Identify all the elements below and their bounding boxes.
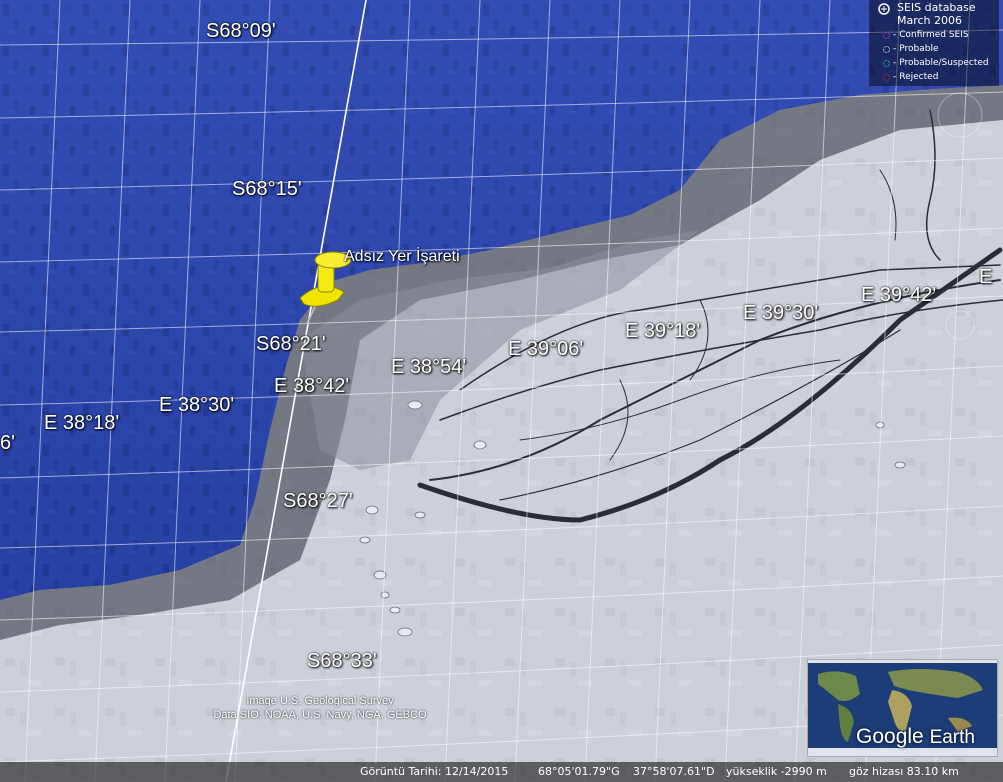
lon-label: E 39°42' xyxy=(861,284,937,306)
lat-label: S68°21' xyxy=(256,333,326,355)
lat-label: S68°27' xyxy=(283,490,353,512)
eye-altitude-readout: göz hizası 83.10 km xyxy=(849,765,959,778)
latitude-readout: 68°05'01.79"G xyxy=(538,765,620,778)
legend-title: SEIS database March 2006 xyxy=(897,1,976,27)
lon-label: E 38°30' xyxy=(159,394,235,416)
confirmed-dot-icon xyxy=(883,31,890,39)
legend-item-label: - xyxy=(893,72,897,82)
legend-item-label: Rejected xyxy=(899,72,939,82)
lon-label: E 38°18' xyxy=(44,412,120,434)
google-earth-logo: Google Earth xyxy=(856,725,975,749)
longitude-readout: 37°58'07.61"D xyxy=(633,765,715,778)
imagery-credits: Image U.S. Geological Survey Data SIO, N… xyxy=(150,694,490,722)
legend-item: - Probable/Suspected xyxy=(883,58,989,68)
seis-legend[interactable]: SEIS database March 2006 - Confirmed SEI… xyxy=(869,0,999,86)
lat-label: S68°09' xyxy=(206,20,276,42)
legend-item: - Probable xyxy=(883,44,939,54)
lon-label: E 39°30' xyxy=(743,302,819,324)
legend-title-line-1: SEIS database xyxy=(897,1,976,14)
lon-label: 6' xyxy=(0,432,15,454)
credit-line-1: Image U.S. Geological Survey xyxy=(246,695,394,707)
legend-item: - Rejected xyxy=(883,72,938,82)
lon-label: E 38°42' xyxy=(274,375,350,397)
legend-item-label: - xyxy=(893,58,897,68)
placemark-label[interactable]: Adsız Yer İşareti xyxy=(344,248,460,266)
lat-label: S68°33' xyxy=(307,650,377,672)
lat-label: S68°15' xyxy=(232,178,302,200)
legend-item-label: Probable/Suspected xyxy=(899,58,989,68)
legend-title-line-2: March 2006 xyxy=(897,14,963,27)
legend-item-label: Probable xyxy=(899,44,939,54)
legend-item-label: - xyxy=(893,44,897,54)
imagery-date: Görüntü Tarihi: 12/14/2015 xyxy=(360,765,509,778)
lon-label: E 39°18' xyxy=(625,320,701,342)
layer-icon xyxy=(878,3,890,15)
logo-earth-text: Earth xyxy=(929,727,975,748)
rejected-dot-icon xyxy=(883,73,890,81)
lon-label: E 39°06' xyxy=(508,338,584,360)
lon-label: E xyxy=(979,266,993,288)
logo-google-text: Google xyxy=(856,725,924,748)
probable-dot-icon xyxy=(883,45,890,53)
legend-item-label: Confirmed SEIS xyxy=(899,30,969,40)
lon-label: E 38°54' xyxy=(391,356,467,378)
credit-line-2: Data SIO, NOAA, U.S. Navy, NGA, GEBCO xyxy=(213,709,427,721)
legend-item: - Confirmed SEIS xyxy=(883,30,969,40)
legend-item-label: - xyxy=(893,30,897,40)
suspected-dot-icon xyxy=(883,59,890,67)
status-bar: Görüntü Tarihi: 12/14/2015 68°05'01.79"G… xyxy=(0,762,1003,782)
elevation-readout: yükseklik -2990 m xyxy=(726,765,827,778)
